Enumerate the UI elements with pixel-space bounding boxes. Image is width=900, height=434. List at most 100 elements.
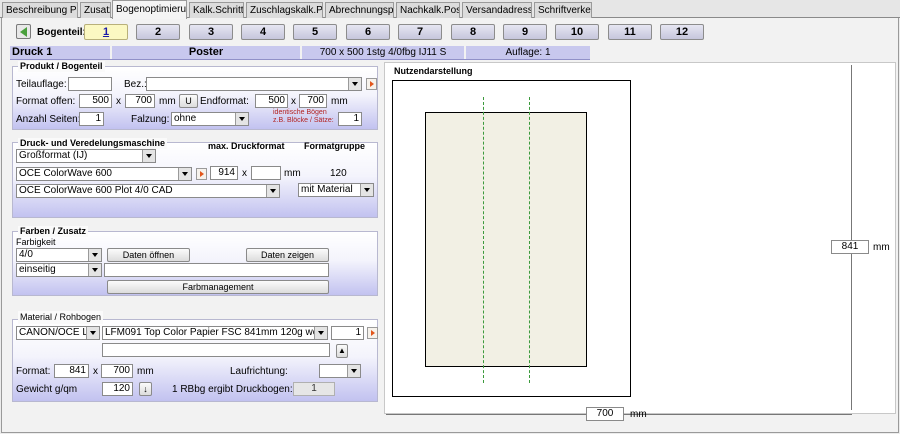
laufrichtung-label: Laufrichtung: — [230, 366, 288, 377]
header-divider — [10, 59, 590, 60]
rbbg-value: 1 — [293, 382, 335, 396]
gewicht-input[interactable]: 120 — [102, 382, 133, 396]
farbigkeit-value: 4/0 — [19, 249, 33, 260]
machine-select[interactable]: OCE ColorWave 600 — [16, 167, 192, 181]
category-value: Großformat (IJ) — [19, 150, 88, 161]
tab-zusatz[interactable]: Zusatz — [80, 2, 111, 18]
material-option-select[interactable]: mit Material — [298, 183, 374, 197]
daten-oeffnen-button[interactable]: Daten öffnen — [107, 248, 190, 262]
bogenteil-button-10[interactable]: 10 — [555, 24, 599, 40]
farbmanagement-button[interactable]: Farbmanagement — [107, 280, 329, 294]
material-format-height-input[interactable]: 700 — [101, 364, 133, 378]
tab-abrechnungspos[interactable]: Abrechnungspos. — [325, 2, 394, 18]
bogenteil-button-2[interactable]: 2 — [136, 24, 180, 40]
max-druckformat-label: max. Druckformat — [208, 141, 285, 151]
material-count-input[interactable]: 1 — [331, 326, 364, 340]
endformat-width-input[interactable]: 500 — [255, 94, 288, 108]
bogenteil-button-12[interactable]: 12 — [660, 24, 704, 40]
cut-line-right — [529, 97, 530, 383]
bogenteil-button-5[interactable]: 5 — [293, 24, 337, 40]
tab-versandadressen[interactable]: Versandadressen — [462, 2, 532, 18]
rbbg-label: 1 RBbg ergibt Druckbogen: — [172, 384, 293, 395]
category-select[interactable]: Großformat (IJ) — [16, 149, 156, 163]
material-select[interactable]: LFM091 Top Color Papier FSC 841mm 120g w… — [102, 326, 328, 340]
tab-nachkalk-pos[interactable]: Nachkalk.Pos. — [396, 2, 460, 18]
format-offen-height-input[interactable]: 700 — [125, 94, 155, 108]
product-spec: 700 x 500 1stg 4/0fbg IJ11 S — [302, 46, 464, 59]
material-value: LFM091 Top Color Papier FSC 841mm 120g w… — [105, 327, 321, 338]
height-dimension-unit: mm — [873, 242, 890, 253]
farbigkeit-select[interactable]: 4/0 — [16, 248, 102, 262]
material-format-width-input[interactable]: 841 — [54, 364, 89, 378]
material-arrow-icon[interactable] — [367, 327, 378, 339]
bogenteil-button-3[interactable]: 3 — [189, 24, 233, 40]
chevron-down-icon — [88, 249, 101, 261]
falzung-select[interactable]: ohne — [171, 112, 249, 126]
chevron-down-icon — [314, 327, 327, 339]
bez-arrow-icon[interactable] — [366, 78, 377, 90]
arrow-down-icon[interactable]: ↓ — [139, 382, 152, 396]
falzung-label: Falzung: — [131, 114, 170, 125]
chevron-down-icon — [88, 264, 101, 276]
bez-select[interactable] — [146, 77, 362, 91]
tab-kalk-schritte[interactable]: Kalk.Schritte — [189, 2, 244, 18]
tab-schriftverkehr[interactable]: Schriftverkehr — [534, 2, 592, 18]
chevron-down-icon — [266, 185, 279, 197]
endformat-label: Endformat: — [200, 96, 249, 107]
height-dimension-value: 841 — [831, 240, 869, 254]
plot-select[interactable]: OCE ColorWave 600 Plot 4/0 CAD — [16, 184, 280, 198]
material-extra-input[interactable] — [102, 343, 330, 357]
tab-bogenoptimierung[interactable]: Bogenoptimierung — [112, 0, 187, 19]
endformat-unit: mm — [331, 96, 348, 107]
bogenteil-button-7[interactable]: 7 — [398, 24, 442, 40]
druck-label: Druck 1 — [10, 46, 110, 59]
seitig-select[interactable]: einseitig — [16, 263, 102, 277]
max-format-x: x — [242, 168, 247, 179]
identische-input[interactable]: 1 — [338, 112, 362, 126]
bogenteil-label: Bogenteil: — [37, 27, 86, 38]
gewicht-label: Gewicht g/qm — [16, 384, 78, 395]
max-width-input[interactable]: 914 — [210, 166, 238, 180]
u-button[interactable]: U — [179, 94, 198, 108]
bogenteil-button-8[interactable]: 8 — [451, 24, 495, 40]
back-arrow-icon[interactable] — [16, 24, 31, 39]
bogenteil-button-11[interactable]: 11 — [608, 24, 652, 40]
manufacturer-value: CANON/OCE LF — [19, 327, 95, 338]
auflage-label: Auflage: 1 — [466, 46, 590, 59]
format-offen-width-input[interactable]: 500 — [79, 94, 112, 108]
material-option-value: mit Material — [301, 184, 353, 195]
endformat-x: x — [291, 96, 296, 107]
daten-zeigen-button[interactable]: Daten zeigen — [246, 248, 329, 262]
manufacturer-select[interactable]: CANON/OCE LF — [16, 326, 100, 340]
endformat-height-input[interactable]: 700 — [299, 94, 327, 108]
bogenteil-button-6[interactable]: 6 — [346, 24, 390, 40]
height-dimension-line — [851, 65, 852, 410]
bogenteil-button-9[interactable]: 9 — [503, 24, 547, 40]
max-format-unit: mm — [284, 168, 301, 179]
chevron-down-icon — [347, 365, 360, 377]
machine-arrow-icon[interactable] — [196, 168, 207, 180]
chevron-down-icon — [86, 327, 99, 339]
bogenteil-button-1[interactable]: 1 — [84, 24, 128, 40]
product-area — [425, 112, 587, 367]
plot-value: OCE ColorWave 600 Plot 4/0 CAD — [19, 185, 173, 196]
chevron-down-icon — [348, 78, 361, 90]
teilauflage-label: Teilauflage: — [16, 79, 67, 90]
zusatz-input[interactable] — [104, 263, 329, 277]
chevron-down-icon — [235, 113, 248, 125]
format-offen-x: x — [116, 96, 121, 107]
chevron-down-icon — [142, 150, 155, 162]
caret-up-icon[interactable]: ▲ — [336, 344, 348, 358]
max-height-input[interactable] — [251, 166, 281, 180]
laufrichtung-select[interactable] — [319, 364, 361, 378]
falzung-value: ohne — [174, 113, 197, 124]
tab-zuschlagskalk-pos[interactable]: Zuschlagskalk.Pos. — [246, 2, 323, 18]
formatgruppe-value: 120 — [330, 168, 347, 179]
teilauflage-input[interactable] — [68, 77, 112, 91]
material-format-label: Format: — [16, 366, 51, 377]
formatgruppe-label: Formatgruppe — [304, 141, 366, 151]
anzahl-seiten-input[interactable]: 1 — [79, 112, 104, 126]
identische-label-2: z.B. Blöcke / Sätze: — [273, 117, 334, 124]
bogenteil-button-4[interactable]: 4 — [241, 24, 285, 40]
tab-beschreibung-pos[interactable]: Beschreibung Pos. — [2, 2, 78, 18]
